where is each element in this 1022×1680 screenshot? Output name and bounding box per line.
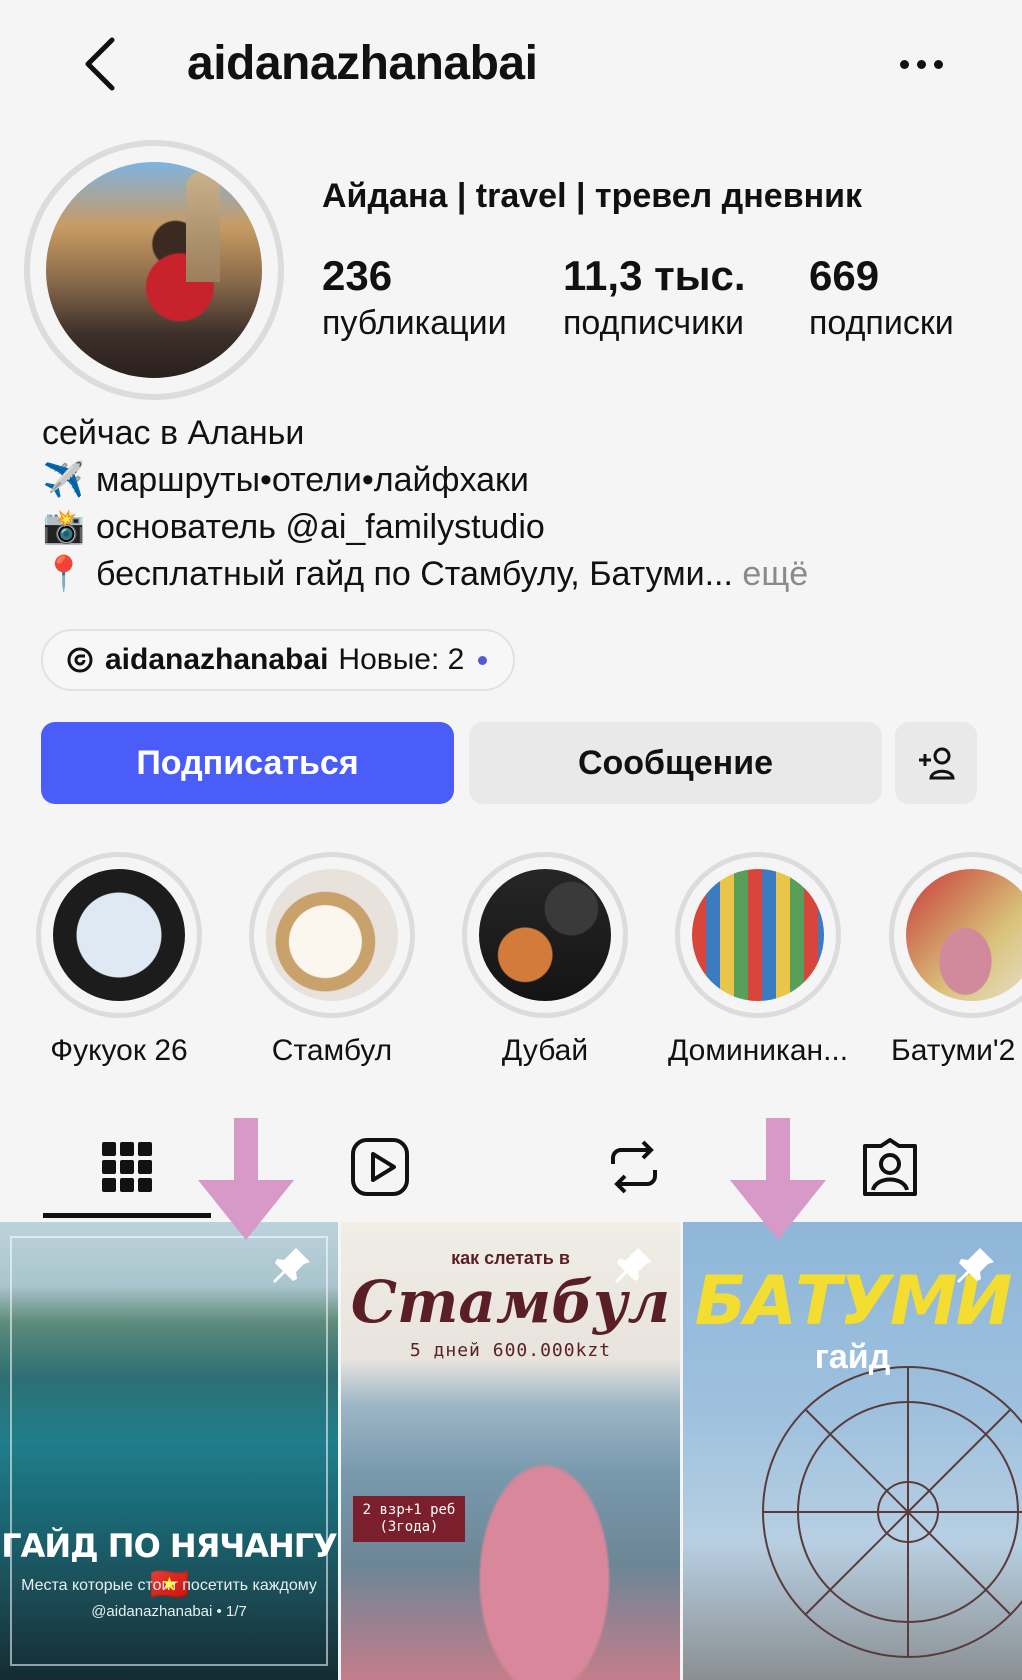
bio-line: сейчас в Аланьи <box>42 414 305 452</box>
post-subtitle: 5 дней 600.000kzt <box>409 1340 612 1361</box>
posts-grid: ГАЙД ПО НЯЧАНГУ 🇻🇳 Места которые стоит п… <box>0 1222 1022 1680</box>
bio-line: ✈️ маршруты•отели•лайфхаки <box>42 457 808 504</box>
stat-followers[interactable]: 11,3 тыс. подписчики <box>563 252 746 343</box>
avatar[interactable] <box>24 140 284 400</box>
active-tab-indicator <box>43 1213 211 1218</box>
highlight-cover <box>906 869 1022 1001</box>
reels-icon[interactable] <box>345 1132 415 1202</box>
highlight-label: Батуми'2 <box>891 1034 1016 1067</box>
bio-more-link[interactable]: ещё <box>742 555 808 593</box>
stat-following-label: подписки <box>809 304 954 342</box>
highlight-item[interactable]: Стамбул <box>242 852 422 1068</box>
stat-posts[interactable]: 236 публикации <box>322 252 507 343</box>
pin-location-icon: 📍 <box>42 555 86 593</box>
highlight-ring <box>36 852 202 1018</box>
grid-icon[interactable] <box>92 1132 162 1202</box>
suggest-users-button[interactable] <box>895 722 977 804</box>
pin-icon <box>957 1248 994 1283</box>
threads-icon <box>67 647 93 673</box>
follow-button[interactable]: Подписаться <box>41 722 454 804</box>
threads-badge[interactable]: aidanazhanabai Новые: 2 <box>41 629 516 691</box>
post-handle: @aidanazhanabai • 1/7 <box>91 1603 247 1620</box>
bio: сейчас в Аланьи ✈️ маршруты•отели•лайфхак… <box>42 410 808 598</box>
bio-text: маршруты•отели•лайфхаки <box>96 461 529 499</box>
avatar-image <box>46 162 262 378</box>
back-icon[interactable] <box>78 34 128 94</box>
stat-followers-count: 11,3 тыс. <box>563 252 746 299</box>
tagged-icon[interactable] <box>855 1132 925 1202</box>
stat-posts-label: публикации <box>322 304 507 342</box>
post-tile[interactable]: БАТУМИ гайд <box>683 1222 1022 1680</box>
more-options-icon[interactable] <box>900 50 952 78</box>
highlight-cover <box>692 869 824 1001</box>
top-bar: aidanazhanabai <box>0 0 1022 130</box>
stat-followers-label: подписчики <box>563 304 745 342</box>
page-title: aidanazhanabai <box>187 37 538 90</box>
airplane-icon: ✈️ <box>42 461 86 499</box>
display-name: Айдана | travel | тревел дневник <box>322 177 863 215</box>
highlight-label: Фукуок 26 <box>50 1034 188 1067</box>
bio-text: бесплатный гайд по Стамбулу, Батуми... <box>96 555 733 593</box>
pin-icon <box>615 1248 652 1283</box>
stat-following[interactable]: 669 подписки <box>809 252 954 343</box>
stat-following-count: 669 <box>809 252 880 299</box>
arrow-down-icon <box>198 1118 294 1240</box>
unread-dot <box>478 655 488 665</box>
ferris-wheel-illustration <box>762 1366 1022 1658</box>
bio-line: 📸 основатель @ai_familystudio <box>42 504 808 551</box>
highlight-ring <box>462 852 628 1018</box>
profile-tabs <box>0 1120 1022 1220</box>
bio-line: 📍 бесплатный гайд по Стамбулу, Батуми... … <box>42 551 808 598</box>
highlight-item[interactable]: Доминикан... <box>668 852 848 1068</box>
message-button[interactable]: Сообщение <box>469 722 882 804</box>
highlight-item[interactable]: Дубай <box>455 852 635 1068</box>
arrow-down-icon <box>730 1118 826 1240</box>
highlight-ring <box>249 852 415 1018</box>
stat-posts-count: 236 <box>322 252 393 299</box>
highlight-label: Доминикан... <box>668 1034 849 1067</box>
highlight-cover <box>479 869 611 1001</box>
highlight-item[interactable]: Фукуок 26 <box>29 852 209 1068</box>
post-subtitle: Места которые стоит посетить каждому <box>21 1577 317 1594</box>
bio-text: основатель @ai_familystudio <box>96 508 545 546</box>
threads-handle: aidanazhanabai <box>105 643 329 676</box>
add-user-icon <box>919 747 955 780</box>
highlight-ring <box>889 852 1022 1018</box>
highlight-label: Дубай <box>501 1034 589 1067</box>
highlight-cover <box>266 869 398 1001</box>
reposts-icon[interactable] <box>599 1132 669 1202</box>
highlight-ring <box>675 852 841 1018</box>
camera-icon: 📸 <box>42 508 86 546</box>
highlight-item[interactable]: Батуми'2 <box>881 852 1022 1068</box>
post-badge: 2 взр+1 реб (3года) <box>353 1496 465 1542</box>
threads-new-count: Новые: 2 <box>338 643 465 676</box>
pin-icon <box>273 1248 310 1283</box>
highlight-label: Стамбул <box>271 1034 393 1067</box>
post-tile[interactable]: ГАЙД ПО НЯЧАНГУ 🇻🇳 Места которые стоит п… <box>0 1222 338 1680</box>
highlight-cover <box>53 869 185 1001</box>
post-tile[interactable]: как слетать в Стамбул 5 дней 600.000kzt … <box>341 1222 680 1680</box>
post-subtitle: гайд <box>814 1338 891 1376</box>
